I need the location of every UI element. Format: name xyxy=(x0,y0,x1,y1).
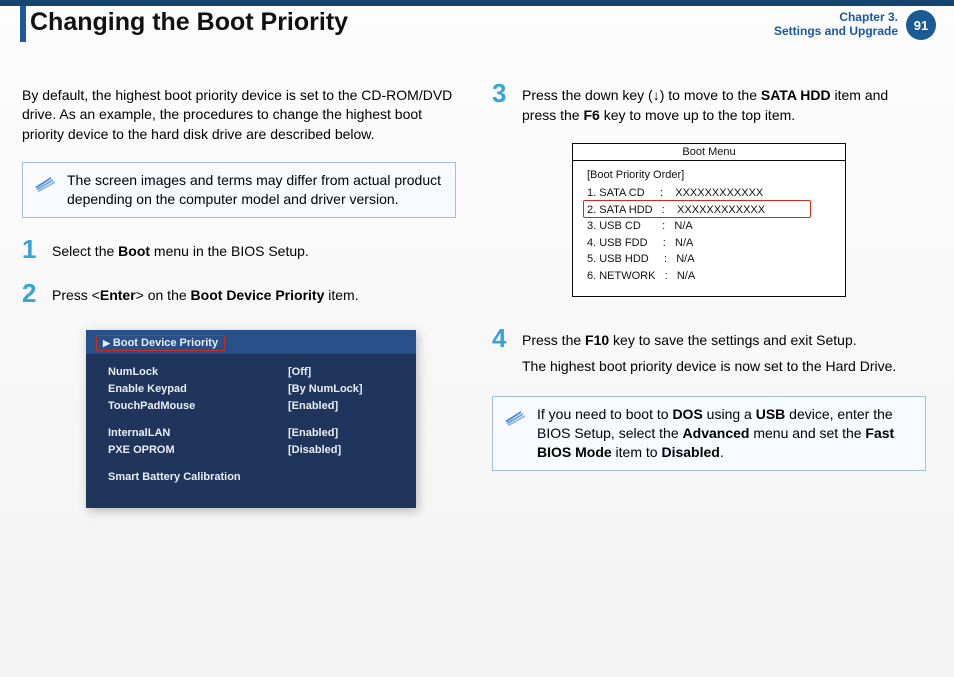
bios-key: TouchPadMouse xyxy=(108,398,288,415)
s3-b: SATA HDD xyxy=(761,87,831,103)
step2-a: Press < xyxy=(52,287,100,303)
step1-c: menu in the BIOS Setup. xyxy=(150,243,309,259)
bios-key: Smart Battery Calibration xyxy=(108,469,288,486)
boot-menu-line: 3. USB CD : N/A xyxy=(587,218,831,235)
body-columns: By default, the highest boot priority de… xyxy=(0,64,954,508)
n2-a: If you need to boot to xyxy=(537,406,672,422)
bios-highlight-box: ▶Boot Device Priority xyxy=(96,335,225,351)
title-accent xyxy=(20,6,26,42)
step2-e: item. xyxy=(324,287,358,303)
boot-menu-line: 5. USB HDD : N/A xyxy=(587,251,831,268)
bios-row: Smart Battery Calibration xyxy=(108,469,400,486)
boot-menu-line: 2. SATA HDD : XXXXXXXXXXXX xyxy=(587,202,831,219)
s4-line2: The highest boot priority device is now … xyxy=(522,358,896,374)
bios-row: Enable Keypad[By NumLock] xyxy=(108,381,400,398)
chapter-line2: Settings and Upgrade xyxy=(774,24,898,38)
bios-val: [By NumLock] xyxy=(288,381,363,398)
bios-body: NumLock[Off] Enable Keypad[By NumLock] T… xyxy=(86,354,416,508)
step-1-number: 1 xyxy=(22,236,52,262)
step2-d: Boot Device Priority xyxy=(191,287,325,303)
n2-j: Disabled xyxy=(661,444,719,460)
step-4: 4 Press the F10 key to save the settings… xyxy=(492,331,926,376)
s4-c: key to save the settings and exit Setup. xyxy=(609,332,856,348)
bios-highlight-row: ▶Boot Device Priority xyxy=(86,330,416,354)
boot-menu-body: [Boot Priority Order] 1. SATA CD : XXXXX… xyxy=(573,161,845,296)
step-2-number: 2 xyxy=(22,280,52,306)
step2-b: Enter xyxy=(100,287,136,303)
chapter-label: Chapter 3. Settings and Upgrade xyxy=(774,10,898,39)
page-title: Changing the Boot Priority xyxy=(30,8,348,37)
step-3-number: 3 xyxy=(492,80,522,106)
bios-row: NumLock[Off] xyxy=(108,364,400,381)
n2-b: DOS xyxy=(672,406,702,422)
bios-row: PXE OPROM[Disabled] xyxy=(108,442,400,459)
boot-menu-panel: Boot Menu [Boot Priority Order] 1. SATA … xyxy=(572,143,846,297)
bios-key: NumLock xyxy=(108,364,288,381)
note-icon xyxy=(503,407,527,427)
step1-a: Select the xyxy=(52,243,118,259)
step-4-body: Press the F10 key to save the settings a… xyxy=(522,331,926,376)
n2-i: item to xyxy=(612,444,662,460)
bios-row: TouchPadMouse[Enabled] xyxy=(108,398,400,415)
triangle-right-icon: ▶ xyxy=(103,338,110,348)
page: Changing the Boot Priority Chapter 3. Se… xyxy=(0,0,954,677)
bios-panel: ▶Boot Device Priority NumLock[Off] Enabl… xyxy=(86,330,416,508)
bios-val: [Enabled] xyxy=(288,398,338,415)
bios-key: InternalLAN xyxy=(108,425,288,442)
n2-d: USB xyxy=(756,406,786,422)
boot-menu-subtitle: [Boot Priority Order] xyxy=(587,169,831,181)
bios-val: [Off] xyxy=(288,364,311,381)
bios-val: [Enabled] xyxy=(288,425,338,442)
n2-f: Advanced xyxy=(683,425,750,441)
boot-menu-line: 6. NETWORK : N/A xyxy=(587,268,831,285)
s3-d: F6 xyxy=(583,107,599,123)
left-column: By default, the highest boot priority de… xyxy=(22,86,474,508)
step-2-body: Press <Enter> on the Boot Device Priorit… xyxy=(52,286,456,306)
step-3-body: Press the down key (↓) to move to the SA… xyxy=(522,86,926,125)
page-number-badge: 91 xyxy=(906,10,936,40)
step-1-body: Select the Boot menu in the BIOS Setup. xyxy=(52,242,456,262)
bios-key: PXE OPROM xyxy=(108,442,288,459)
n2-k: . xyxy=(720,444,724,460)
boot-menu-line: 1. SATA CD : XXXXXXXXXXXX xyxy=(587,185,831,202)
step2-c: > on the xyxy=(136,287,191,303)
boot-menu-line: 4. USB FDD : N/A xyxy=(587,235,831,252)
intro-paragraph: By default, the highest boot priority de… xyxy=(22,86,456,144)
page-header: Changing the Boot Priority Chapter 3. Se… xyxy=(0,0,954,64)
bios-key: Enable Keypad xyxy=(108,381,288,398)
s3-e: key to move up to the top item. xyxy=(600,107,795,123)
bios-highlight-label: Boot Device Priority xyxy=(113,337,218,349)
step-1: 1 Select the Boot menu in the BIOS Setup… xyxy=(22,242,456,262)
n2-c: using a xyxy=(703,406,756,422)
note-icon xyxy=(33,173,57,193)
chapter-line1: Chapter 3. xyxy=(839,10,898,24)
n2-g: menu and set the xyxy=(749,425,865,441)
right-column: 3 Press the down key (↓) to move to the … xyxy=(474,86,926,508)
s4-a: Press the xyxy=(522,332,585,348)
note-box-2: If you need to boot to DOS using a USB d… xyxy=(492,396,926,471)
s4-b: F10 xyxy=(585,332,609,348)
note-box-1: The screen images and terms may differ f… xyxy=(22,162,456,218)
s3-a: Press the down key (↓) to move to the xyxy=(522,87,761,103)
bios-row: InternalLAN[Enabled] xyxy=(108,425,400,442)
step-4-number: 4 xyxy=(492,325,522,351)
step-3: 3 Press the down key (↓) to move to the … xyxy=(492,86,926,125)
step1-b: Boot xyxy=(118,243,150,259)
step-2: 2 Press <Enter> on the Boot Device Prior… xyxy=(22,286,456,306)
note-1-text: The screen images and terms may differ f… xyxy=(67,172,441,207)
bios-val: [Disabled] xyxy=(288,442,341,459)
boot-menu-title: Boot Menu xyxy=(573,144,845,161)
